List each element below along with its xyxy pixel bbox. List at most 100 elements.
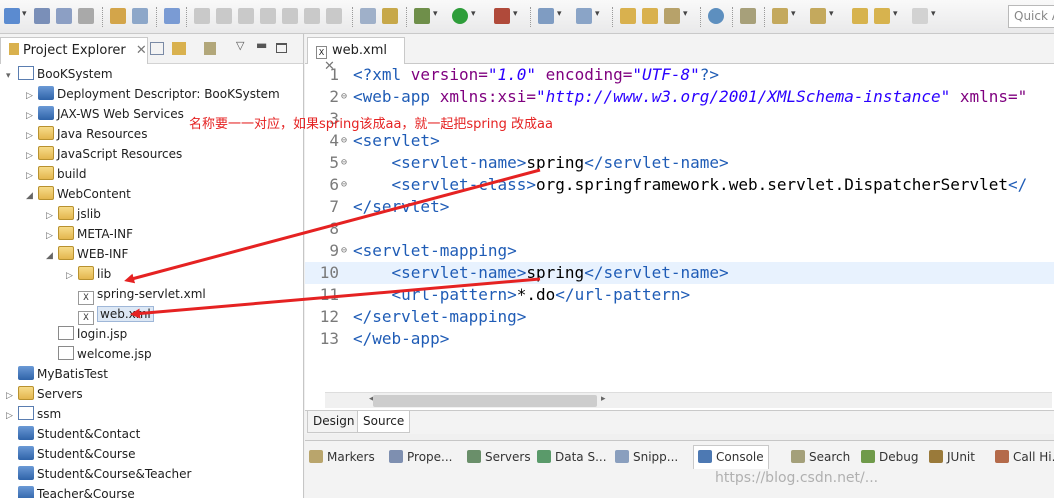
tree-item[interactable]: ▾ BooKSystem	[6, 64, 113, 84]
link-with-editor-icon[interactable]	[172, 42, 186, 55]
expanded-twisty-icon[interactable]: ◢	[46, 246, 58, 266]
tree-item[interactable]: Student&Course	[6, 444, 136, 464]
debug-dropdown-caret[interactable]: ▾	[433, 9, 438, 19]
search-dropdown-caret[interactable]: ▾	[683, 9, 688, 19]
tree-item[interactable]: MyBatisTest	[6, 364, 108, 384]
tree-item[interactable]: ▷ Java Resources	[26, 124, 147, 144]
collapsed-twisty-icon[interactable]: ▷	[26, 106, 38, 126]
use-step-filters-icon[interactable]	[382, 8, 398, 24]
build-icon[interactable]	[110, 8, 126, 24]
tree-item[interactable]: ◢ WEB-INF	[46, 244, 128, 264]
code-line[interactable]: 6 ⊖ <servlet-class>org.springframework.we…	[305, 174, 1054, 196]
tree-item[interactable]: login.jsp	[46, 324, 127, 344]
globe-icon[interactable]	[708, 8, 724, 24]
minimize-icon[interactable]: ▬	[256, 38, 267, 52]
annotation-icon[interactable]	[740, 8, 756, 24]
collapsed-twisty-icon[interactable]: ▾	[6, 66, 18, 86]
terminate-icon[interactable]	[238, 8, 254, 24]
tab-data-source[interactable]: Data S...	[537, 447, 607, 471]
tree-item[interactable]: ▷ JAX-WS Web Services	[26, 104, 184, 124]
collapsed-twisty-icon[interactable]: ▷	[26, 126, 38, 146]
tree-item[interactable]: ◢ WebContent	[26, 184, 131, 204]
tab-debug[interactable]: Debug	[861, 447, 918, 471]
collapsed-twisty-icon[interactable]: ▷	[46, 226, 58, 246]
external-tools-icon[interactable]	[494, 8, 510, 24]
tab-console[interactable]: Console	[693, 445, 769, 469]
collapsed-twisty-icon[interactable]: ▷	[46, 206, 58, 226]
forward-dropdown-caret[interactable]: ▾	[931, 9, 936, 19]
collapse-all-icon[interactable]	[150, 42, 164, 55]
tree-item[interactable]: Teacher&Course	[6, 484, 135, 498]
run-icon[interactable]	[452, 8, 468, 24]
code-line[interactable]: 4 ⊖ <servlet>	[305, 130, 1054, 152]
debug-icon[interactable]	[414, 8, 430, 24]
tab-design[interactable]: Design	[307, 411, 361, 433]
fold-toggle-icon[interactable]: ⊖	[341, 240, 353, 262]
step-into-icon[interactable]	[282, 8, 298, 24]
code-line[interactable]: 10 <servlet-name>spring</servlet-name>	[305, 262, 1054, 284]
tree-item[interactable]: ▷ jslib	[46, 204, 101, 224]
collapsed-twisty-icon[interactable]: ▷	[6, 406, 18, 426]
forward-icon[interactable]	[912, 8, 928, 24]
tree-item[interactable]: ▷ Servers	[6, 384, 83, 404]
chevron-down-icon[interactable]: ▽	[236, 39, 244, 52]
run-dropdown-caret[interactable]: ▾	[471, 9, 476, 19]
suspend-icon[interactable]	[216, 8, 232, 24]
new-server-dropdown-caret[interactable]: ▾	[557, 9, 562, 19]
collapsed-twisty-icon[interactable]: ▷	[26, 166, 38, 186]
collapsed-twisty-icon[interactable]: ▷	[26, 86, 38, 106]
back-dropdown-caret[interactable]: ▾	[893, 9, 898, 19]
save-icon[interactable]	[34, 8, 50, 24]
tab-search[interactable]: Search	[791, 447, 850, 471]
tab-junit[interactable]: JUnit	[929, 447, 975, 471]
scroll-right-icon[interactable]: ▸	[601, 394, 606, 404]
tree-item[interactable]: ▷ Deployment Descriptor: BooKSystem	[26, 84, 280, 104]
step-return-icon[interactable]	[326, 8, 342, 24]
open-type-icon[interactable]	[620, 8, 636, 24]
web-xml-editor-tab[interactable]: Xweb.xml ✕	[307, 37, 405, 74]
new-server-icon[interactable]	[538, 8, 554, 24]
open-task-icon[interactable]	[642, 8, 658, 24]
code-line[interactable]: 5 ⊖ <servlet-name>spring</servlet-name>	[305, 152, 1054, 174]
tree-item[interactable]: ▷ lib	[66, 264, 111, 284]
code-line[interactable]: 1 <?xml version="1.0" encoding="UTF-8"?>	[305, 64, 1054, 86]
fold-toggle-icon[interactable]: ⊖	[341, 130, 353, 152]
collapsed-twisty-icon[interactable]: ▷	[26, 146, 38, 166]
search-icon[interactable]	[664, 8, 680, 24]
step-over-icon[interactable]	[304, 8, 320, 24]
new-java-class-dropdown-caret[interactable]: ▾	[595, 9, 600, 19]
tab-markers[interactable]: Markers	[309, 447, 375, 471]
expanded-twisty-icon[interactable]: ◢	[26, 186, 38, 206]
code-line[interactable]: 13 </web-app>	[305, 328, 1054, 350]
tab-call-hierarchy[interactable]: Call Hi...	[995, 447, 1054, 471]
external-tools-dropdown-caret[interactable]: ▾	[513, 9, 518, 19]
code-line[interactable]: 12 </servlet-mapping>	[305, 306, 1054, 328]
new-icon[interactable]	[4, 8, 20, 24]
tab-source[interactable]: Source	[357, 411, 411, 433]
next-annotation-icon[interactable]	[772, 8, 788, 24]
close-icon[interactable]: ✕	[136, 43, 147, 58]
new-dropdown-caret[interactable]: ▾	[22, 9, 27, 19]
tree-item[interactable]: Xspring-servlet.xml	[66, 284, 206, 305]
skip-breakpoints-icon[interactable]	[164, 8, 180, 24]
tree-item[interactable]: ▷ JavaScript Resources	[26, 144, 182, 164]
tree-item[interactable]: ▷ build	[26, 164, 87, 184]
print-icon[interactable]	[78, 8, 94, 24]
collapsed-twisty-icon[interactable]: ▷	[6, 386, 18, 406]
code-line[interactable]: 9 ⊖ <servlet-mapping>	[305, 240, 1054, 262]
back-icon[interactable]	[874, 8, 890, 24]
tree-item[interactable]: Student&Contact	[6, 424, 140, 444]
tab-snippets[interactable]: Snipp...	[615, 447, 678, 471]
maximize-icon[interactable]	[276, 43, 287, 53]
horizontal-scrollbar[interactable]: ◂ ▸	[325, 392, 1052, 408]
tree-item[interactable]: Student&Course&Teacher	[6, 464, 191, 484]
previous-annotation-icon[interactable]	[810, 8, 826, 24]
next-annotation-dropdown-caret[interactable]: ▾	[791, 9, 796, 19]
tree-item[interactable]: welcome.jsp	[46, 344, 152, 364]
save-all-icon[interactable]	[56, 8, 72, 24]
new-java-class-icon[interactable]	[576, 8, 592, 24]
properties-icon[interactable]	[132, 8, 148, 24]
disconnect-icon[interactable]	[260, 8, 276, 24]
tab-servers[interactable]: Servers	[467, 447, 531, 471]
toggle-view-icon[interactable]	[360, 8, 376, 24]
